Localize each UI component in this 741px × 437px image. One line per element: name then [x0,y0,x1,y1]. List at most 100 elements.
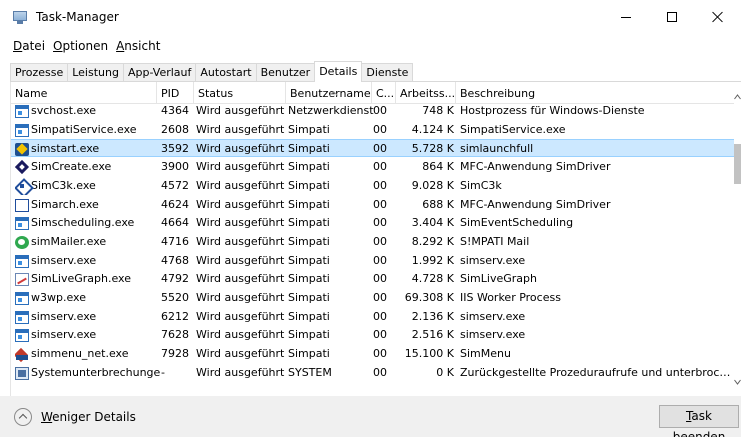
cell-pid: 7628 [161,328,189,341]
cell-status: Wird ausgeführt [196,366,285,379]
cell-cpu: 00 [373,216,387,229]
cell-cpu: 00 [373,123,387,136]
title-bar[interactable]: Task-Manager [0,0,741,34]
cell-description: simserv.exe [460,310,526,323]
maximize-icon [667,12,677,22]
scroll-thumb[interactable] [734,144,741,184]
table-row[interactable]: Systemunterbrechungen - Wird ausgeführt SYS… [11,364,734,382]
cell-working-set: 2.516 K [411,328,454,341]
process-name: simmenu_net.exe [31,347,129,360]
table-row[interactable]: SimCreate.exe 3900 Wird ausgeführt Simpati 0… [11,158,734,176]
cell-description: MFC-Anwendung SimDriver [460,160,611,173]
table-row[interactable]: SimC3k.exe 4572 Wird ausgeführt Simpati 00 9.… [11,177,734,195]
column-header-pid[interactable]: PID [157,82,194,104]
cell-user: Simpati [288,235,330,248]
table-row[interactable]: svchost.exe 4364 Wird ausgeführt Netzwerkdi… [11,102,734,120]
window-icon [15,254,29,268]
cell-user: Simpati [288,272,330,285]
cell-working-set: 5.728 K [411,142,454,155]
column-header-cpu[interactable]: C... [372,82,396,104]
cell-cpu: 00 [373,310,387,323]
cell-name: SimpatiService.exe [15,121,161,139]
cell-status: Wird ausgeführt [196,198,285,211]
process-name: SimLiveGraph.exe [31,272,131,285]
process-name: SimpatiService.exe [31,123,137,136]
table-row[interactable]: simserv.exe 4768 Wird ausgeführt Simpati 00 1… [11,252,734,270]
fewer-details-text: eniger Details [52,410,136,424]
cell-name: Systemunterbrechungen [15,364,161,382]
cell-description: SimEventScheduling [460,216,574,229]
maximize-button[interactable] [649,0,695,34]
scroll-up-icon[interactable] [734,94,741,100]
cell-pid: 2608 [161,123,189,136]
tab-prozesse[interactable]: Prozesse [10,63,69,82]
tab-leistung[interactable]: Leistung [67,63,124,82]
tab-benutzer[interactable]: Benutzer [255,63,316,82]
cell-pid: 4364 [161,104,189,117]
system-interrupts-icon [15,366,29,380]
table-row[interactable]: SimLiveGraph.exe 4792 Wird ausgeführt Simpa… [11,270,734,288]
cell-working-set: 864 K [422,160,454,173]
vertical-scrollbar[interactable] [734,82,741,396]
column-header-name[interactable]: Name [11,82,157,104]
cell-description: IIS Worker Process [460,291,561,304]
simlivegraph-icon [15,272,29,286]
tab-autostart[interactable]: Autostart [195,63,257,82]
table-row[interactable]: simserv.exe 6212 Wird ausgeführt Simpati 00 2… [11,308,734,326]
scroll-down-icon[interactable] [734,379,741,385]
cell-cpu: 00 [373,254,387,267]
process-name: simserv.exe [31,310,97,323]
table-row[interactable]: simserv.exe 7628 Wird ausgeführt Simpati 00 2… [11,326,734,344]
cell-cpu: 00 [373,291,387,304]
cell-working-set: 9.028 K [411,179,454,192]
table-row[interactable]: w3wp.exe 5520 Wird ausgeführt Simpati 00 69.3… [11,289,734,307]
table-row[interactable]: simmenu_net.exe 7928 Wird ausgeführt Simpat… [11,345,734,363]
window-icon [15,291,29,305]
process-name: svchost.exe [31,104,97,117]
cell-description: SimLiveGraph [460,272,537,285]
tab-details[interactable]: Details [314,61,363,82]
cell-status: Wird ausgeführt [196,123,285,136]
cell-user: Simpati [288,347,330,360]
cell-name: Simarch.exe [15,196,161,214]
cell-pid: 4664 [161,216,189,229]
simstart-icon [15,142,29,156]
cell-user: Simpati [288,291,330,304]
cell-pid: 4792 [161,272,189,285]
table-row[interactable]: simMailer.exe 4716 Wird ausgeführt Simpati 0… [11,233,734,251]
cell-pid: - [161,366,165,379]
cell-name: Simscheduling.exe [15,214,161,232]
end-task-button[interactable]: Task beenden [659,405,739,437]
menu-datei[interactable]: Datei [13,39,45,53]
process-name: Simscheduling.exe [31,216,135,229]
cell-pid: 4624 [161,198,189,211]
process-name: Simarch.exe [31,198,99,211]
cell-working-set: 4.728 K [411,272,454,285]
table-row[interactable]: SimpatiService.exe 2608 Wird ausgeführt Sim… [11,121,734,139]
cell-description: S!MPATI Mail [460,235,530,248]
column-header-working-set[interactable]: Arbeitss... [396,82,456,104]
fewer-details-button[interactable]: Weniger Details [14,407,136,427]
column-header-description[interactable]: Beschreibung [456,82,734,104]
minimize-button[interactable] [603,0,649,34]
table-row[interactable]: Simscheduling.exe 4664 Wird ausgeführt Simp… [11,214,734,232]
menu-optionen[interactable]: Optionen [53,39,108,53]
table-row[interactable]: simstart.exe 3592 Wird ausgeführt Simpati 00… [11,139,734,157]
cell-status: Wird ausgeführt [196,272,285,285]
fewer-details-accel: W [41,410,53,424]
menu-ansicht[interactable]: Ansicht [116,39,160,53]
cell-name: simserv.exe [15,252,161,270]
cell-status: Wird ausgeführt [196,142,285,155]
tab-dienste[interactable]: Dienste [361,63,414,82]
cell-name: SimC3k.exe [15,177,161,195]
table-row[interactable]: Simarch.exe 4624 Wird ausgeführt Simpati 00 6… [11,196,734,214]
tab-app-verlauf[interactable]: App-Verlauf [122,63,197,82]
minimize-icon [621,16,631,18]
cell-status: Wird ausgeführt [196,104,285,117]
cell-cpu: 00 [373,272,387,285]
cell-name: w3wp.exe [15,289,161,307]
cell-pid: 4768 [161,254,189,267]
close-button[interactable] [695,0,741,34]
column-header-status[interactable]: Status [194,82,286,104]
cell-cpu: 00 [373,179,387,192]
